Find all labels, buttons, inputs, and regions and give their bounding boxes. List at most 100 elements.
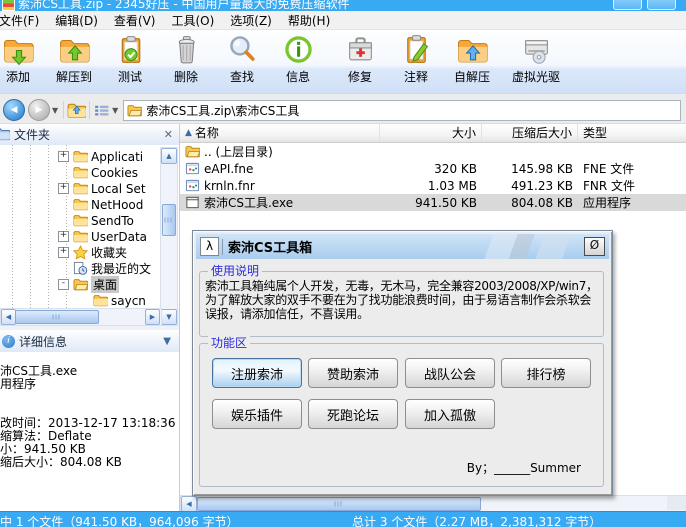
tree-item-desktop[interactable]: - 桌面 [0,277,161,292]
test-button[interactable]: 测试 [102,33,158,91]
sfx-folder-icon [456,33,489,66]
tree-item-local-settings[interactable]: + Local Set [0,181,161,196]
back-button[interactable]: ◀ [3,99,25,121]
sfx-button[interactable]: 自解压 [444,33,500,91]
scroll-up-icon: ▲ [166,152,171,160]
menu-options[interactable]: 选项(Z) [222,12,280,29]
info-circle-icon [282,33,315,66]
register-suopei-button[interactable]: 注册索沛 [212,358,302,388]
expander-icon[interactable]: + [58,247,69,258]
file-row-suopei-exe[interactable]: 索沛CS工具.exe 941.50 KB 804.08 KB 应用程序 [180,194,686,211]
file-row-krnln[interactable]: krnln.fnr 1.03 MB 491.23 KB FNR 文件 [180,177,686,194]
view-mode-button[interactable]: ▼ [93,102,120,119]
virtual-drive-button[interactable]: 虚拟光驱 [500,33,572,91]
menu-file[interactable]: 文件(F) [0,12,47,29]
file-row-updir[interactable]: .. (上层目录) [180,143,686,160]
clan-guild-button[interactable]: 战队公会 [405,358,495,388]
expander-icon[interactable]: - [58,279,69,290]
details-packed-size: 缩后大小：804.08 KB [0,456,179,469]
address-input[interactable]: 索沛CS工具.zip\索沛CS工具 [123,100,681,121]
titlebar-watermark [473,234,583,259]
add-button[interactable]: 添加 [0,33,46,91]
menu-edit[interactable]: 编辑(D) [47,12,106,29]
column-name[interactable]: ▲ 名称 [180,123,380,142]
scroll-up-button[interactable]: ▲ [161,148,177,164]
scrollbar-thumb[interactable] [162,204,176,236]
menu-help[interactable]: 帮助(H) [280,12,338,29]
scroll-right-button[interactable]: ▶ [145,309,160,325]
comment-label: 注释 [404,68,428,85]
comment-button[interactable]: 注释 [388,33,444,91]
tree-item-nethood[interactable]: NetHood [0,197,161,212]
usage-group-title: 使用说明 [208,264,262,278]
folders-panel-header: 文件夹 ✕ [0,123,179,146]
minimize-button[interactable] [613,0,642,10]
divider [63,101,64,119]
sponsor-suopei-button[interactable]: 赞助索沛 [308,358,398,388]
scrollbar-corner [667,496,686,510]
first-aid-icon [344,33,377,66]
repair-button[interactable]: 修复 [332,33,388,91]
dialog-close-button[interactable]: Ø [584,237,605,256]
history-dropdown-icon[interactable]: ▼ [52,106,58,115]
scroll-left-button[interactable]: ◀ [1,309,16,325]
tree-item-recent-documents[interactable]: 我最近的文 [0,261,161,276]
folder-icon [73,149,88,164]
extract-to-button[interactable]: 解压到 [46,33,102,91]
folder-icon [73,165,88,180]
usage-groupbox: 使用说明 索沛工具箱纯属个人开发，无毒，无木马，完全兼容2003/2008/XP… [199,271,604,337]
delete-button[interactable]: 删除 [158,33,214,91]
folder-icon [93,293,108,308]
close-panel-icon[interactable]: ✕ [164,128,173,141]
view-list-icon [93,102,110,119]
scrollbar-thumb[interactable] [197,497,481,511]
ranking-button[interactable]: 排行榜 [501,358,591,388]
scrollbar-thumb[interactable] [15,310,99,324]
scroll-down-button[interactable]: ▼ [161,309,177,325]
sipao-forum-button[interactable]: 死跑论坛 [308,399,398,429]
tree-item-sendto[interactable]: SendTo [0,213,161,228]
find-label: 查找 [230,68,254,85]
menu-tools[interactable]: 工具(O) [163,12,222,29]
file-row-eapi[interactable]: eAPI.fne 320 KB 145.98 KB FNE 文件 [180,160,686,177]
folder-icon [73,229,88,244]
details-panel-body: 沛CS工具.exe 用程序 改时间：2013-12-17 13:18:36 缩算… [0,352,179,511]
column-size[interactable]: 大小 [380,123,482,142]
details-info-icon: i [2,335,15,348]
scroll-left-icon: ◀ [186,500,191,508]
info-button[interactable]: 信息 [270,33,326,91]
folders-icon [0,126,10,142]
test-label: 测试 [118,68,142,85]
fun-plugins-button[interactable]: 娱乐插件 [212,399,302,429]
forward-button[interactable]: ▶ [28,99,50,121]
column-packed-size[interactable]: 压缩后大小 [482,123,578,142]
tree-item-application-data[interactable]: + Applicati [0,149,161,164]
divider [89,101,90,119]
tree-vertical-scrollbar[interactable]: ▲ ▼ [160,147,178,326]
folder-icon [73,181,88,196]
collapse-panel-icon[interactable]: ▼ [163,336,171,347]
join-guao-button[interactable]: 加入孤傲 [405,399,495,429]
menu-view[interactable]: 查看(V) [106,12,164,29]
view-dropdown-icon: ▼ [112,106,118,115]
tree-item-saycn[interactable]: saycn [0,293,161,308]
scroll-left-icon: ◀ [6,313,11,321]
virtual-drive-label: 虚拟光驱 [512,68,560,85]
up-folder-button[interactable] [67,101,86,120]
expander-icon[interactable]: + [58,151,69,162]
expander-icon[interactable]: + [58,231,69,242]
functions-group-title: 功能区 [208,336,250,350]
add-label: 添加 [6,68,30,85]
tree-item-cookies[interactable]: Cookies [0,165,161,180]
maximize-button[interactable] [647,0,676,10]
scroll-left-button[interactable]: ◀ [181,496,197,512]
column-type[interactable]: 类型 [578,123,686,142]
find-button[interactable]: 查找 [214,33,270,91]
expander-icon[interactable]: + [58,183,69,194]
tree-item-favorites[interactable]: + 收藏夹 [0,245,161,260]
tree-item-userdata[interactable]: + UserData [0,229,161,244]
folder-open-icon [73,277,88,292]
fnr-file-icon [185,178,200,193]
tree-horizontal-scrollbar[interactable]: ◀ ▶ [0,308,162,326]
sort-ascending-icon: ▲ [185,128,192,138]
